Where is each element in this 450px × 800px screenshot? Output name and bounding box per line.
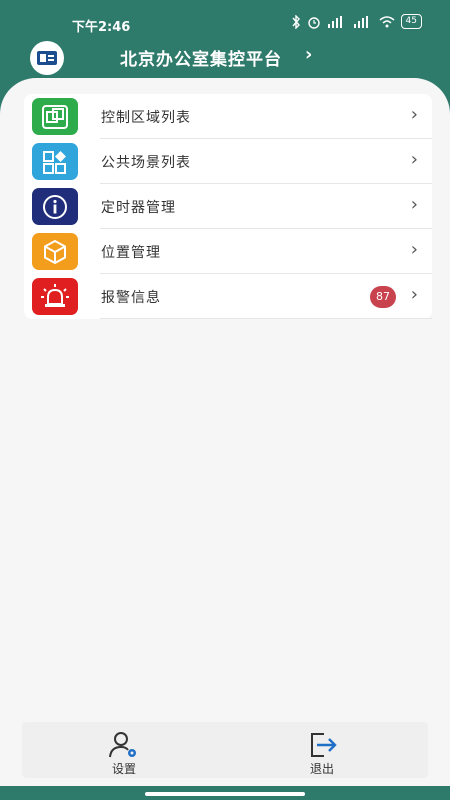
home-indicator[interactable] [145, 792, 305, 796]
menu-item-label: 控制区域列表 [101, 110, 191, 126]
tab-label: 退出 [309, 762, 334, 776]
chevron-right-icon: › [410, 194, 418, 215]
chevron-right-icon: › [410, 239, 418, 260]
info-circle-icon [32, 188, 78, 225]
alarm-count-badge: 87 [370, 286, 396, 308]
chevron-right-icon: › [410, 284, 418, 305]
menu-item-timer-management[interactable]: 定时器管理 › [24, 184, 432, 229]
bottom-tab-bar: 设置 退出 [22, 722, 428, 778]
menu-item-label: 定时器管理 [101, 200, 176, 216]
tab-settings[interactable]: 设置 [84, 722, 164, 778]
header: 北京办公室集控平台 › [0, 38, 450, 75]
user-settings-icon [109, 732, 136, 758]
menu-item-alarm-info[interactable]: 报警信息 87 › [24, 274, 432, 319]
chevron-right-icon: › [410, 104, 418, 125]
signal-icon-2 [353, 15, 368, 28]
main-content: 控制区域列表 › 公共场景列表 › 定时器管理 › 位置管理 › 报警信息 87… [0, 78, 450, 786]
app-logo [30, 41, 64, 75]
battery-indicator: 45 [400, 14, 422, 29]
tab-logout[interactable]: 退出 [282, 722, 362, 778]
cube-icon [32, 233, 78, 270]
menu-item-label: 报警信息 [101, 290, 161, 306]
menu-list: 控制区域列表 › 公共场景列表 › 定时器管理 › 位置管理 › 报警信息 87… [24, 94, 432, 319]
menu-item-control-areas[interactable]: 控制区域列表 › [24, 94, 432, 139]
alarm-siren-icon [32, 278, 78, 315]
divider [100, 318, 432, 319]
wifi-icon [379, 15, 395, 27]
logo-icon [37, 51, 57, 65]
chevron-right-icon: › [410, 149, 418, 170]
overlap-squares-icon [32, 98, 78, 135]
menu-item-label: 位置管理 [101, 245, 161, 261]
signal-icon [327, 15, 342, 28]
grid-diamond-icon [32, 143, 78, 180]
tab-label: 设置 [111, 762, 136, 776]
alarm-clock-icon [307, 16, 320, 29]
status-time: 下午2:46 [72, 20, 131, 35]
menu-item-label: 公共场景列表 [101, 155, 191, 171]
status-icons: 45 [291, 14, 422, 29]
page-title[interactable]: 北京办公室集控平台 [120, 45, 282, 70]
menu-item-public-scenes[interactable]: 公共场景列表 › [24, 139, 432, 184]
title-chevron-icon[interactable]: › [305, 44, 312, 65]
bluetooth-icon [292, 14, 300, 29]
logout-icon [311, 733, 337, 757]
menu-item-location-management[interactable]: 位置管理 › [24, 229, 432, 274]
